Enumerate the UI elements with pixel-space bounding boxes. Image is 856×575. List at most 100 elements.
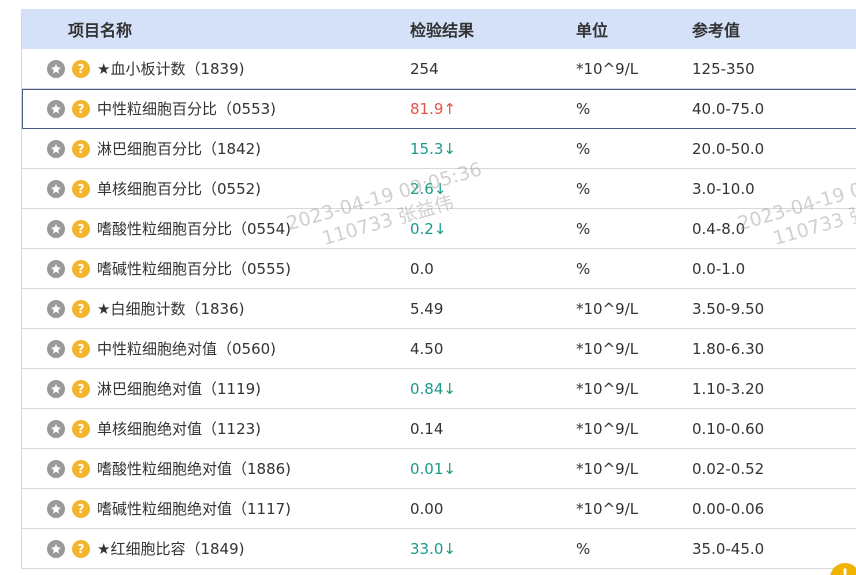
test-name: ★白细胞计数（1836) <box>97 300 245 318</box>
table-row[interactable]: ? ★白细胞计数（1836) 5.49 *10^9/L 3.50-9.50 <box>22 289 856 329</box>
question-icon[interactable]: ? <box>72 179 90 198</box>
result-value: 254 <box>410 59 439 78</box>
star-icon[interactable] <box>47 179 65 198</box>
table-row[interactable]: ? 嗜碱性粒细胞百分比（0555) 0.0% 0.0-1.0 <box>22 249 856 289</box>
cell-reference: 0.00-0.06 <box>692 499 765 518</box>
result-value: 2.6 <box>410 179 434 198</box>
arrow-down-icon: ↓ <box>433 219 447 238</box>
cell-name: ? 淋巴细胞百分比（1842) <box>22 138 410 159</box>
result-value: 0.00 <box>410 499 444 518</box>
table-row[interactable]: ? 淋巴细胞百分比（1842) 15.3↓% 20.0-50.0 <box>22 129 856 169</box>
cell-name: ? 嗜酸性粒细胞绝对值（1886) <box>22 458 410 479</box>
star-icon[interactable] <box>47 499 65 518</box>
cell-unit: % <box>576 99 591 118</box>
test-name: 嗜酸性粒细胞百分比（0554) <box>97 220 292 238</box>
star-icon[interactable] <box>47 59 65 78</box>
arrow-down-icon: ↓ <box>433 179 447 198</box>
cell-reference: 3.0-10.0 <box>692 179 755 198</box>
star-icon[interactable] <box>47 459 65 478</box>
result-value: 4.50 <box>410 339 444 358</box>
cell-result: 0.2↓ <box>410 220 576 238</box>
test-name: 单核细胞绝对值（1123) <box>97 420 262 438</box>
result-value: 0.0 <box>410 259 434 278</box>
cell-unit: % <box>576 539 591 558</box>
cell-reference: 0.02-0.52 <box>692 459 765 478</box>
cell-reference: 0.4-8.0 <box>692 219 746 238</box>
table-row[interactable]: ? 嗜酸性粒细胞绝对值（1886) 0.01↓ *10^9/L 0.02-0.52 <box>22 449 856 489</box>
cell-result: 5.49 <box>410 300 576 318</box>
question-icon[interactable]: ? <box>72 539 90 558</box>
star-icon[interactable] <box>47 379 65 398</box>
cell-reference: 3.50-9.50 <box>692 299 765 318</box>
question-icon[interactable]: ? <box>72 99 90 118</box>
arrow-down-icon: ↓ <box>443 539 456 558</box>
arrow-down-icon: ↓ <box>443 379 456 398</box>
cell-unit: *10^9/L <box>576 379 639 398</box>
cell-result: 0.0 <box>410 260 576 278</box>
cell-result: 0.01↓ <box>410 460 576 478</box>
result-value: 0.2 <box>410 219 434 238</box>
table-row[interactable]: ? ★血小板计数（1839) 254 *10^9/L 125-350 <box>22 49 856 89</box>
star-icon[interactable] <box>47 299 65 318</box>
table-row[interactable]: ? 淋巴细胞绝对值（1119) 0.84↓ *10^9/L 1.10-3.20 <box>22 369 856 409</box>
lab-results-table: 项目名称 检验结果 单位 参考值 ? ★血小板计数（1839) 254 *10^9/L… <box>21 9 856 569</box>
star-icon[interactable] <box>47 219 65 238</box>
cell-unit: *10^9/L <box>576 339 639 358</box>
table-row[interactable]: ? 嗜酸性粒细胞百分比（0554) 0.2↓% 0.4-8.0 <box>22 209 856 249</box>
table-row[interactable]: ? 中性粒细胞百分比（0553) 81.9↑% 40.0-75.0 <box>22 89 856 129</box>
question-icon[interactable]: ? <box>72 59 90 78</box>
cell-reference: 20.0-50.0 <box>692 139 765 158</box>
lab-results-page: 项目名称 检验结果 单位 参考值 ? ★血小板计数（1839) 254 *10^9/L… <box>0 0 856 575</box>
header-name: 项目名称 <box>68 21 133 40</box>
star-icon[interactable] <box>47 259 65 278</box>
star-icon[interactable] <box>47 419 65 438</box>
cell-unit: *10^9/L <box>576 419 639 438</box>
table-row[interactable]: ? 单核细胞百分比（0552) 2.6↓% 3.0-10.0 <box>22 169 856 209</box>
cell-name: ? 单核细胞绝对值（1123) <box>22 418 410 439</box>
table-header: 项目名称 检验结果 单位 参考值 <box>22 9 856 49</box>
cell-result: 0.14 <box>410 420 576 438</box>
question-icon[interactable]: ? <box>72 139 90 158</box>
header-reference: 参考值 <box>692 21 741 40</box>
cell-result: 15.3↓ <box>410 140 576 158</box>
cell-name: ? ★白细胞计数（1836) <box>22 298 410 319</box>
header-unit: 单位 <box>576 21 609 40</box>
star-icon[interactable] <box>47 139 65 158</box>
table-row[interactable]: ? 中性粒细胞绝对值（0560) 4.50 *10^9/L 1.80-6.30 <box>22 329 856 369</box>
result-value: 15.3 <box>410 139 444 158</box>
table-row[interactable]: ? 嗜碱性粒细胞绝对值（1117) 0.00 *10^9/L 0.00-0.06 <box>22 489 856 529</box>
star-icon[interactable] <box>47 539 65 558</box>
cell-result: 81.9↑ <box>410 100 576 118</box>
cell-name: ? 单核细胞百分比（0552) <box>22 178 410 199</box>
question-icon[interactable]: ? <box>72 259 90 278</box>
test-name: 嗜碱性粒细胞百分比（0555) <box>97 260 292 278</box>
question-icon[interactable]: ? <box>72 499 90 518</box>
table-body: ? ★血小板计数（1839) 254 *10^9/L 125-350? 中性粒细胞百分比（… <box>22 49 856 569</box>
cell-name: ? 淋巴细胞绝对值（1119) <box>22 378 410 399</box>
table-row[interactable]: ? 单核细胞绝对值（1123) 0.14 *10^9/L 0.10-0.60 <box>22 409 856 449</box>
question-icon[interactable]: ? <box>72 419 90 438</box>
result-value: 0.14 <box>410 419 444 438</box>
test-name: 中性粒细胞百分比（0553) <box>97 100 277 118</box>
question-icon[interactable]: ? <box>72 299 90 318</box>
result-value: 0.01 <box>410 459 444 478</box>
cell-unit: % <box>576 179 591 198</box>
result-value: 81.9 <box>410 99 444 118</box>
cell-reference: 0.10-0.60 <box>692 419 765 438</box>
cell-result: 0.00 <box>410 500 576 518</box>
test-name: 嗜碱性粒细胞绝对值（1117) <box>97 500 292 518</box>
question-icon[interactable]: ? <box>72 379 90 398</box>
cell-unit: *10^9/L <box>576 459 639 478</box>
question-icon[interactable]: ? <box>72 339 90 358</box>
question-icon[interactable]: ? <box>72 459 90 478</box>
arrow-up-icon: ↑ <box>443 99 456 118</box>
arrow-down-icon: ↓ <box>443 139 456 158</box>
question-icon[interactable]: ? <box>72 219 90 238</box>
star-icon[interactable] <box>47 99 65 118</box>
test-name: 中性粒细胞绝对值（0560) <box>97 340 277 358</box>
header-result: 检验结果 <box>410 21 475 40</box>
cell-reference: 1.10-3.20 <box>692 379 765 398</box>
star-icon[interactable] <box>47 339 65 358</box>
test-name: 嗜酸性粒细胞绝对值（1886) <box>97 460 292 478</box>
table-row[interactable]: ? ★红细胞比容（1849) 33.0↓% 35.0-45.0 <box>22 529 856 569</box>
